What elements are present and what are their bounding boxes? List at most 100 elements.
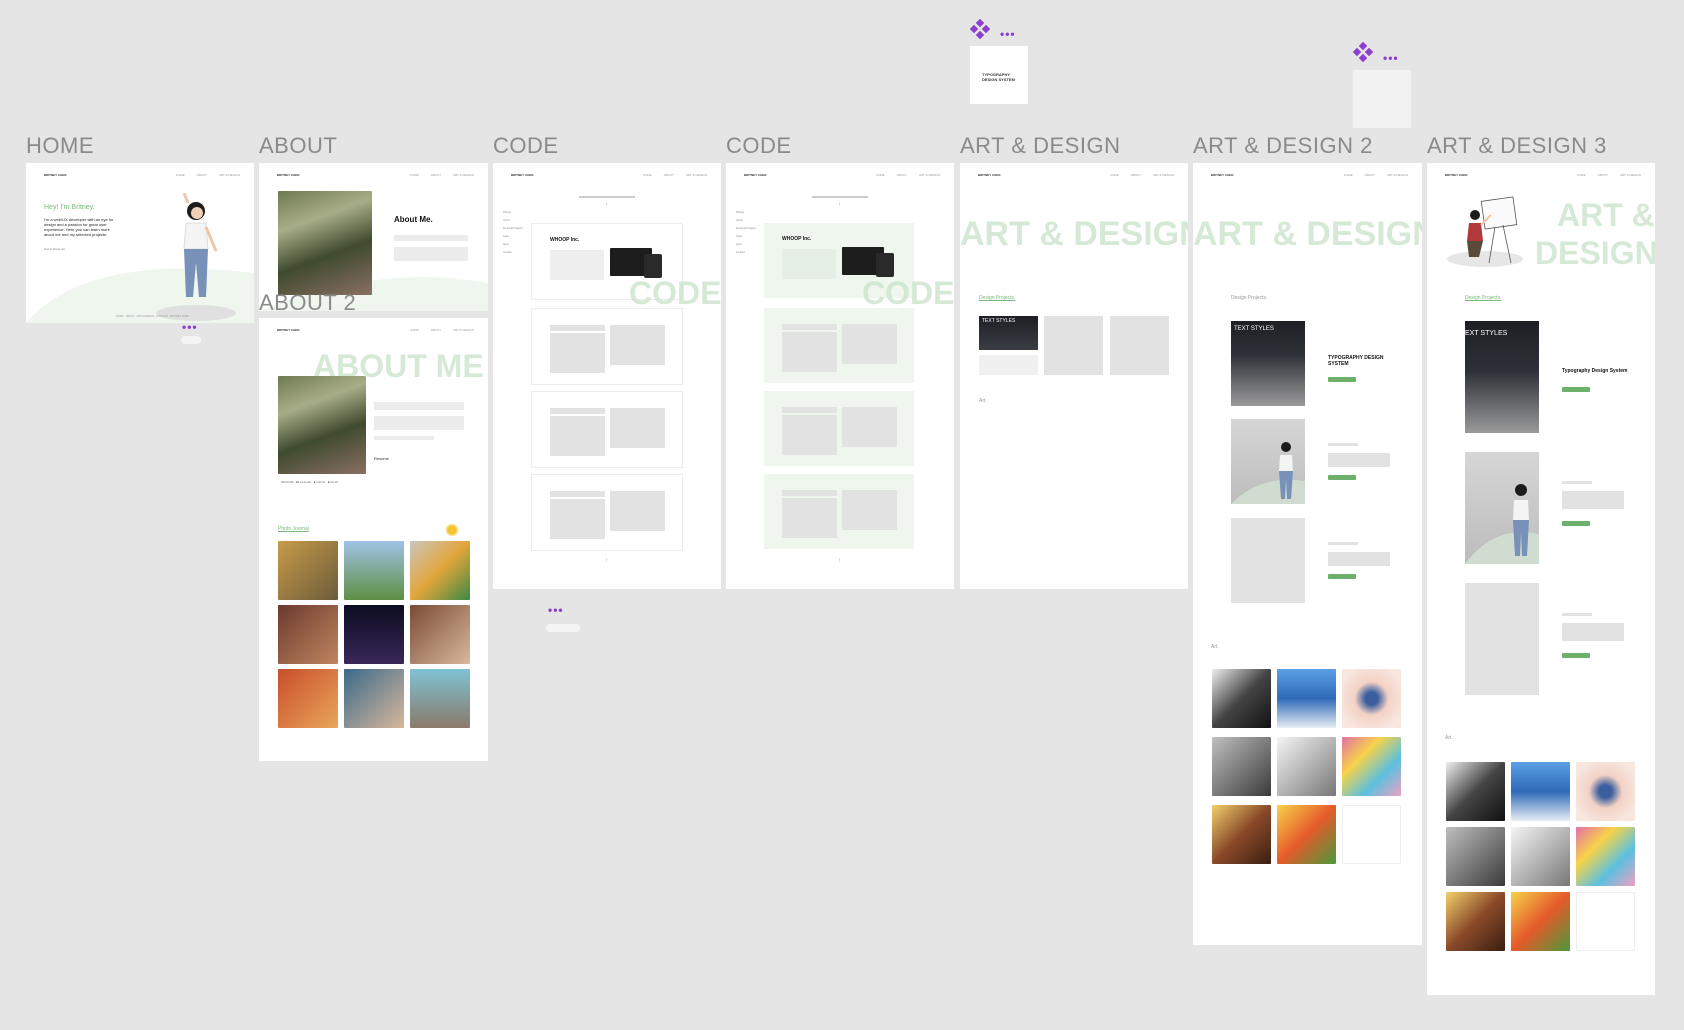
frame-label-code-2[interactable]: CODE	[726, 133, 792, 159]
artwork[interactable]	[1511, 892, 1570, 951]
project-card[interactable]	[531, 391, 683, 468]
nav-link-art[interactable]: ART & DESIGN	[1153, 173, 1174, 177]
nav-link-art[interactable]: ART & DESIGN	[686, 173, 707, 177]
nav-link-about[interactable]: ABOUT	[1131, 173, 1141, 177]
frame-home[interactable]: BRITNEY CHEN CODE ABOUT ART & DESIGN Hey! …	[26, 163, 254, 323]
nav-link-about[interactable]: ABOUT	[1598, 173, 1608, 177]
sidenav-item[interactable]: Contact	[503, 249, 523, 257]
resume-link[interactable]: Resume	[374, 456, 389, 461]
logo[interactable]: BRITNEY CHEN	[277, 328, 299, 332]
logo[interactable]: BRITNEY CHEN	[44, 173, 66, 177]
artwork[interactable]	[1277, 805, 1336, 864]
photo[interactable]	[344, 541, 404, 600]
design-project-placeholder[interactable]	[1110, 316, 1169, 375]
photo[interactable]	[344, 669, 404, 728]
frame-label-art-design-3[interactable]: ART & DESIGN 3	[1427, 133, 1607, 159]
component-icon[interactable]	[969, 18, 991, 40]
typography-component-card[interactable]: TYPOGRAPHY DESIGN SYSTEM	[970, 46, 1028, 104]
frame-code-2[interactable]: BRITNEY CHEN CODE ABOUT ART & DESIGN ↓ Who…	[726, 163, 954, 589]
artwork[interactable]	[1342, 669, 1401, 728]
project-card[interactable]	[764, 474, 914, 549]
artwork[interactable]	[1576, 892, 1635, 951]
frame-code-1[interactable]: BRITNEY CHEN CODE ABOUT ART & DESIGN ↓ Who…	[493, 163, 721, 589]
project-card[interactable]	[531, 308, 683, 385]
sidenav-item[interactable]: Whoop	[736, 209, 756, 217]
design-project-placeholder[interactable]	[1044, 316, 1103, 375]
artwork[interactable]	[1576, 827, 1635, 886]
frame-label-home[interactable]: HOME	[26, 133, 94, 159]
component-icon[interactable]	[1352, 41, 1374, 63]
sidenav-item[interactable]: Personal Projects	[503, 225, 523, 233]
artwork[interactable]	[1446, 827, 1505, 886]
project-card[interactable]	[764, 308, 914, 383]
nav-link-art[interactable]: ART & DESIGN	[1387, 173, 1408, 177]
artwork[interactable]	[1511, 762, 1570, 821]
view-project-button[interactable]	[1562, 387, 1590, 392]
view-project-button[interactable]	[1328, 475, 1356, 480]
nav-link-code[interactable]: CODE	[176, 173, 185, 177]
view-project-button[interactable]	[1328, 377, 1356, 382]
nav-link-about[interactable]: ABOUT	[664, 173, 674, 177]
nav-link-about[interactable]: ABOUT	[431, 173, 441, 177]
artwork[interactable]	[1277, 737, 1336, 796]
project-card[interactable]	[531, 474, 683, 551]
more-options-icon[interactable]: •••	[182, 321, 198, 333]
comment-chip[interactable]	[181, 336, 201, 344]
photo[interactable]	[278, 669, 338, 728]
frame-label-art-design-2[interactable]: ART & DESIGN 2	[1193, 133, 1373, 159]
artwork[interactable]	[1576, 762, 1635, 821]
logo[interactable]: BRITNEY CHEN	[277, 173, 299, 177]
text-styles-thumb[interactable]: TEXT STYLES	[979, 316, 1038, 350]
linkedin-link[interactable]: LinkedIn	[300, 480, 311, 484]
nav-link-code[interactable]: CODE	[643, 173, 652, 177]
view-project-button[interactable]	[1562, 521, 1590, 526]
sidenav-item[interactable]: Apps	[503, 241, 523, 249]
artwork[interactable]	[1446, 762, 1505, 821]
artwork[interactable]	[1446, 892, 1505, 951]
sidenav-item[interactable]: Whoop	[503, 209, 523, 217]
nav-link-art[interactable]: ART & DESIGN	[1620, 173, 1641, 177]
logo[interactable]: BRITNEY CHEN	[978, 173, 1000, 177]
frame-art-design-3[interactable]: BRITNEY CHEN CODE ABOUT ART & DESIGN ART &…	[1427, 163, 1655, 995]
frame-art-design[interactable]: BRITNEY CHEN CODE ABOUT ART & DESIGN ART &…	[960, 163, 1188, 589]
nav-link-about[interactable]: ABOUT	[197, 173, 207, 177]
illustration-thumb[interactable]	[1465, 452, 1539, 564]
artwork[interactable]	[1342, 737, 1401, 796]
view-project-button[interactable]	[1562, 653, 1590, 658]
nav-link-code[interactable]: CODE	[1110, 173, 1119, 177]
nav-link-about[interactable]: ABOUT	[431, 328, 441, 332]
logo[interactable]: BRITNEY CHEN	[1211, 173, 1233, 177]
logo[interactable]: BRITNEY CHEN	[511, 173, 533, 177]
artwork[interactable]	[1277, 669, 1336, 728]
photo[interactable]	[410, 541, 470, 600]
artwork[interactable]	[1511, 827, 1570, 886]
frame-label-art-design[interactable]: ART & DESIGN	[960, 133, 1120, 159]
sidenav-item[interactable]: Personal Projects	[736, 225, 756, 233]
artwork[interactable]	[1212, 805, 1271, 864]
nav-link-art[interactable]: ART & DESIGN	[453, 173, 474, 177]
component-more-icon[interactable]: •••	[1000, 28, 1016, 40]
frame-art-design-2[interactable]: BRITNEY CHEN CODE ABOUT ART & DESIGN ART &…	[1193, 163, 1422, 945]
photo[interactable]	[278, 541, 338, 600]
design-project-placeholder[interactable]	[1231, 518, 1305, 603]
arrow-up-icon[interactable]: ↑	[605, 558, 608, 564]
component-more-icon[interactable]: •••	[1383, 52, 1399, 64]
frame-label-about-2[interactable]: ABOUT 2	[259, 290, 356, 316]
project-card[interactable]	[764, 391, 914, 466]
sidenav-item[interactable]: Oscar	[503, 217, 523, 225]
arrow-up-icon[interactable]: ↑	[838, 558, 841, 564]
photo[interactable]	[410, 605, 470, 664]
artwork[interactable]	[1212, 669, 1271, 728]
artwork[interactable]	[1212, 737, 1271, 796]
sidenav-item[interactable]: Oscar	[736, 217, 756, 225]
nav-link-art[interactable]: ART & DESIGN	[919, 173, 940, 177]
arrow-down-icon[interactable]: ↓	[605, 201, 608, 207]
resume-button[interactable]: RESUME	[281, 480, 294, 484]
nav-link-art[interactable]: ART & DESIGN	[219, 173, 240, 177]
nav-link-art[interactable]: ART & DESIGN	[453, 328, 474, 332]
sidenav-item[interactable]: Team	[503, 233, 523, 241]
frame-label-code-1[interactable]: CODE	[493, 133, 559, 159]
illustration-thumb[interactable]	[1231, 419, 1305, 504]
nav-link-code[interactable]: CODE	[410, 328, 419, 332]
nav-link-code[interactable]: CODE	[876, 173, 885, 177]
